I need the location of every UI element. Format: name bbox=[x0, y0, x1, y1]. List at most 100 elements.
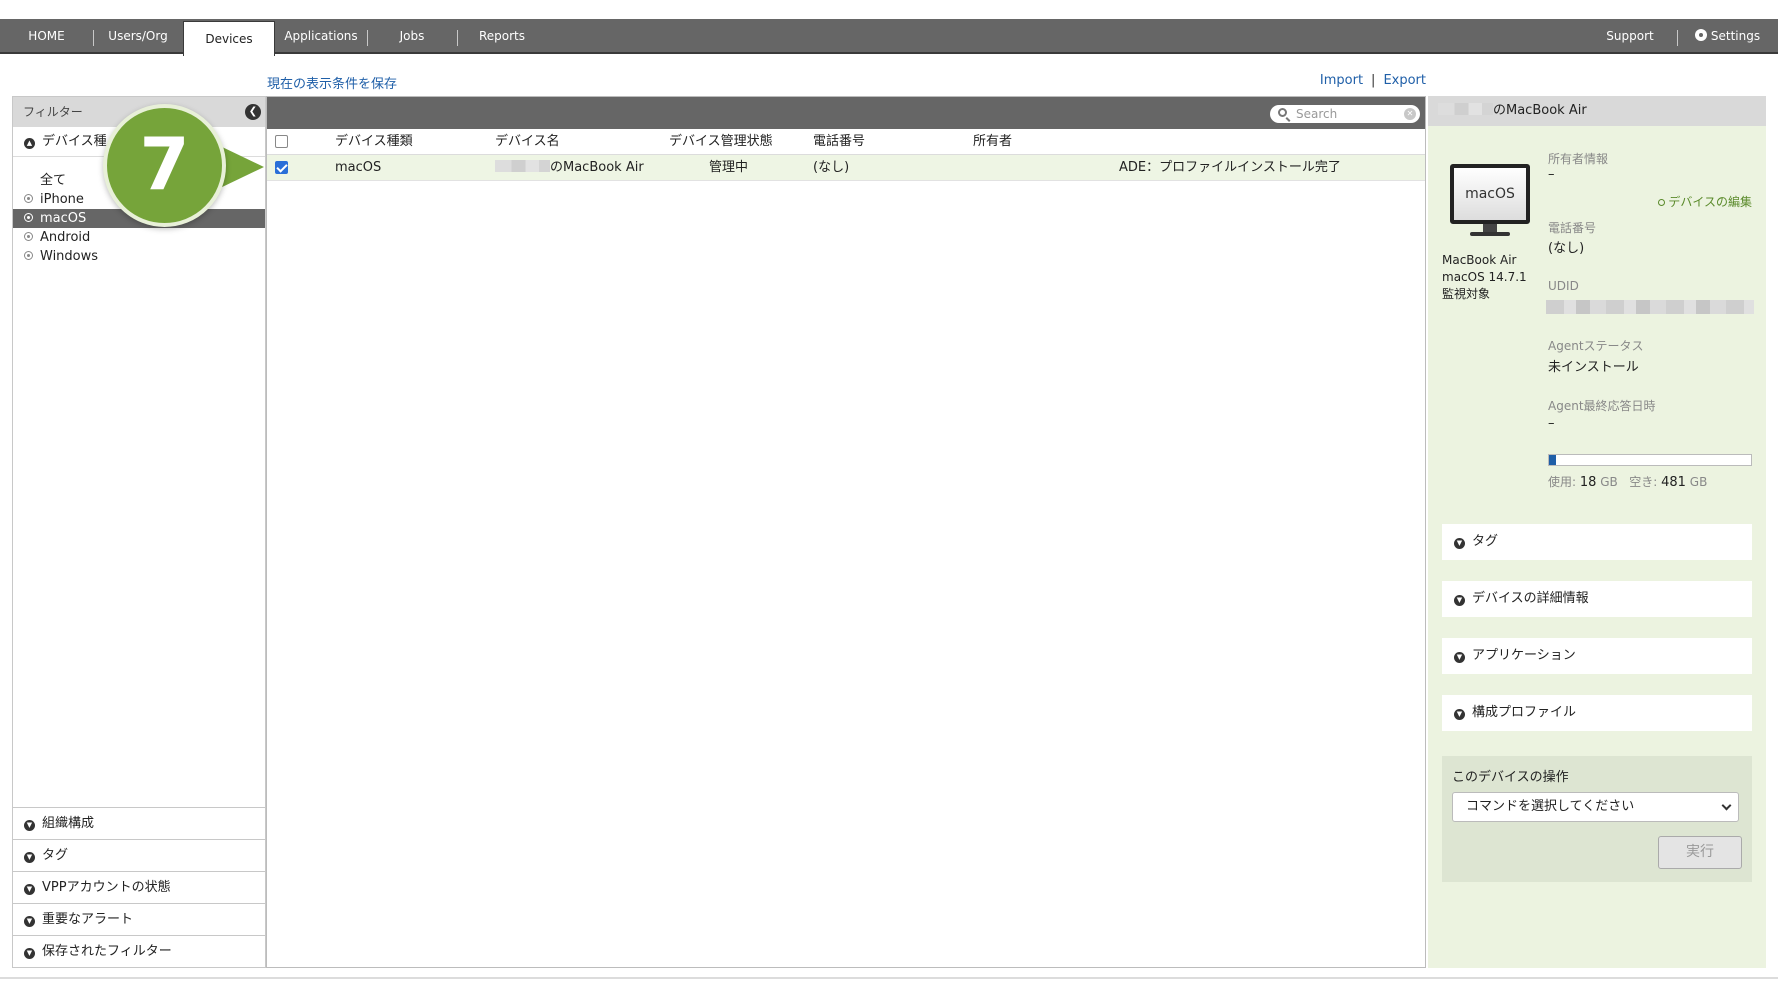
storage-fill bbox=[1549, 455, 1557, 465]
settings-label: Settings bbox=[1710, 29, 1761, 43]
redacted-text bbox=[1438, 103, 1493, 115]
top-navigation: HOME Users/Org Devices Applications Jobs… bbox=[0, 19, 1778, 56]
row-status: 管理中 bbox=[709, 160, 749, 175]
filter-title: フィルター bbox=[23, 105, 83, 119]
chevron-down-icon: ▼ bbox=[24, 852, 35, 863]
agent-status-value: 未インストール bbox=[1548, 360, 1639, 375]
model-info: MacBook Air macOS 14.7.1 監視対象 bbox=[1442, 252, 1527, 303]
chevron-down-icon: ▼ bbox=[1454, 595, 1465, 606]
tab-jobs[interactable]: Jobs bbox=[368, 19, 456, 54]
filter-section-alerts[interactable]: ▼ 重要なアラート bbox=[13, 903, 265, 935]
accordion-tags[interactable]: ▼ タグ bbox=[1442, 524, 1752, 560]
search-placeholder: Search bbox=[1296, 107, 1338, 121]
clear-icon[interactable]: ✕ bbox=[1404, 108, 1416, 120]
search-input[interactable]: Search ✕ bbox=[1270, 105, 1420, 123]
filter-section-saved[interactable]: ▼ 保存されたフィルター bbox=[13, 935, 265, 967]
udid-label: UDID bbox=[1548, 279, 1579, 293]
row-checkbox[interactable] bbox=[275, 161, 288, 174]
filter-section-org[interactable]: ▼ 組織構成 bbox=[13, 807, 265, 839]
accordion-applications[interactable]: ▼ アプリケーション bbox=[1442, 638, 1752, 674]
chevron-down-icon: ▼ bbox=[1454, 652, 1465, 663]
filter-section-label: 重要なアラート bbox=[42, 912, 134, 927]
detail-title: のMacBook Air bbox=[1493, 103, 1587, 118]
storage-free-label: 空き: bbox=[1629, 475, 1658, 489]
storage-used-value: 18 bbox=[1579, 475, 1597, 490]
chevron-down-icon: ▼ bbox=[1454, 709, 1465, 720]
tab-reports[interactable]: Reports bbox=[458, 19, 546, 54]
radio-icon bbox=[24, 251, 33, 260]
gear-icon bbox=[1694, 29, 1707, 41]
accordion-config-profiles[interactable]: ▼ 構成プロファイル bbox=[1442, 695, 1752, 731]
monitor-label: macOS bbox=[1465, 186, 1515, 202]
supervised-status: 監視対象 bbox=[1442, 287, 1491, 301]
tab-home[interactable]: HOME bbox=[0, 19, 93, 54]
phone-label: 電話番号 bbox=[1548, 221, 1597, 235]
edit-device-label: デバイスの編集 bbox=[1668, 195, 1752, 209]
monitor-base bbox=[1470, 232, 1510, 236]
model-name: MacBook Air bbox=[1442, 253, 1517, 267]
radio-icon bbox=[24, 194, 33, 203]
row-name-text: のMacBook Air bbox=[550, 160, 644, 175]
nav-separator bbox=[1677, 30, 1678, 46]
owner-label: 所有者情報 bbox=[1548, 152, 1609, 166]
agent-last-value: – bbox=[1548, 416, 1555, 431]
table-toolbar: Search ✕ bbox=[267, 97, 1425, 129]
save-view-link[interactable]: 現在の表示条件を保存 bbox=[267, 73, 397, 92]
filter-section-label: VPPアカウントの状態 bbox=[42, 880, 171, 895]
radio-icon bbox=[24, 213, 33, 222]
row-type: macOS bbox=[335, 160, 382, 175]
chevron-down-icon: ▼ bbox=[24, 884, 35, 895]
filter-panel: フィルター ❮ ▲ デバイス種 全て iPhone macOS Android W… bbox=[12, 96, 266, 968]
column-header-phone[interactable]: 電話番号 bbox=[813, 129, 865, 155]
radio-icon bbox=[24, 232, 33, 241]
page: HOME Users/Org Devices Applications Jobs… bbox=[0, 0, 1778, 1000]
link-separator: | bbox=[1371, 73, 1376, 88]
filter-section-label: タグ bbox=[42, 848, 69, 863]
monitor-icon: macOS bbox=[1450, 164, 1530, 224]
table-row[interactable]: macOS のMacBook Air 管理中 (なし) ADE：プロファイルイン… bbox=[267, 155, 1425, 181]
command-select[interactable]: コマンドを選択してください bbox=[1452, 792, 1739, 822]
type-item-label: Windows bbox=[40, 249, 99, 264]
type-item-label: Android bbox=[40, 230, 91, 245]
collapse-left-icon[interactable]: ❮ bbox=[245, 104, 261, 120]
type-item-android[interactable]: Android bbox=[13, 228, 265, 247]
column-header-name[interactable]: デバイス名 bbox=[495, 129, 560, 155]
phone-value: (なし) bbox=[1548, 241, 1585, 256]
column-header-type[interactable]: デバイス種類 bbox=[335, 129, 413, 155]
storage-text: 使用: 18 GB 空き: 481 GB bbox=[1548, 473, 1707, 490]
tab-applications[interactable]: Applications bbox=[276, 19, 366, 54]
filter-section-label: 保存されたフィルター bbox=[42, 944, 172, 959]
column-header-owner[interactable]: 所有者 bbox=[973, 129, 1012, 155]
type-item-label: macOS bbox=[40, 211, 87, 226]
chevron-up-icon: ▲ bbox=[24, 138, 35, 149]
device-detail-panel: のMacBook Air macOS MacBook Air macOS 14.… bbox=[1428, 96, 1766, 968]
filter-section-vpp[interactable]: ▼ VPPアカウントの状態 bbox=[13, 871, 265, 903]
support-link[interactable]: Support bbox=[1590, 19, 1670, 54]
row-phone: (なし) bbox=[813, 160, 850, 175]
tab-users-org[interactable]: Users/Org bbox=[94, 19, 182, 54]
edit-icon bbox=[1658, 199, 1666, 206]
chevron-down-icon: ▼ bbox=[24, 916, 35, 927]
select-all-checkbox[interactable] bbox=[275, 135, 288, 148]
storage-unit: GB bbox=[1689, 475, 1708, 489]
step-callout: 7 bbox=[103, 104, 226, 227]
accordion-label: デバイスの詳細情報 bbox=[1472, 591, 1589, 606]
row-name: のMacBook Air bbox=[495, 155, 644, 181]
redacted-text bbox=[495, 160, 550, 172]
filter-section-tag[interactable]: ▼ タグ bbox=[13, 839, 265, 871]
chevron-down-icon: ▼ bbox=[1454, 538, 1465, 549]
filter-bottom-sections: ▼ 組織構成 ▼ タグ ▼ VPPアカウントの状態 ▼ 重要なアラート ▼ 保存されたフィ… bbox=[13, 807, 265, 967]
tab-devices[interactable]: Devices bbox=[183, 21, 275, 56]
search-icon bbox=[1278, 108, 1287, 117]
type-item-windows[interactable]: Windows bbox=[13, 247, 265, 266]
accordion-label: 構成プロファイル bbox=[1472, 705, 1577, 720]
accordion-device-details[interactable]: ▼ デバイスの詳細情報 bbox=[1442, 581, 1752, 617]
export-link[interactable]: Export bbox=[1383, 73, 1426, 88]
settings-link[interactable]: Settings bbox=[1685, 19, 1770, 54]
storage-bar bbox=[1548, 454, 1752, 466]
edit-device-link[interactable]: デバイスの編集 bbox=[1658, 193, 1752, 210]
run-button[interactable]: 実行 bbox=[1658, 836, 1742, 869]
column-header-status[interactable]: デバイス管理状態 bbox=[669, 129, 773, 155]
import-link[interactable]: Import bbox=[1320, 73, 1363, 88]
filter-section-label: 組織構成 bbox=[42, 816, 95, 831]
